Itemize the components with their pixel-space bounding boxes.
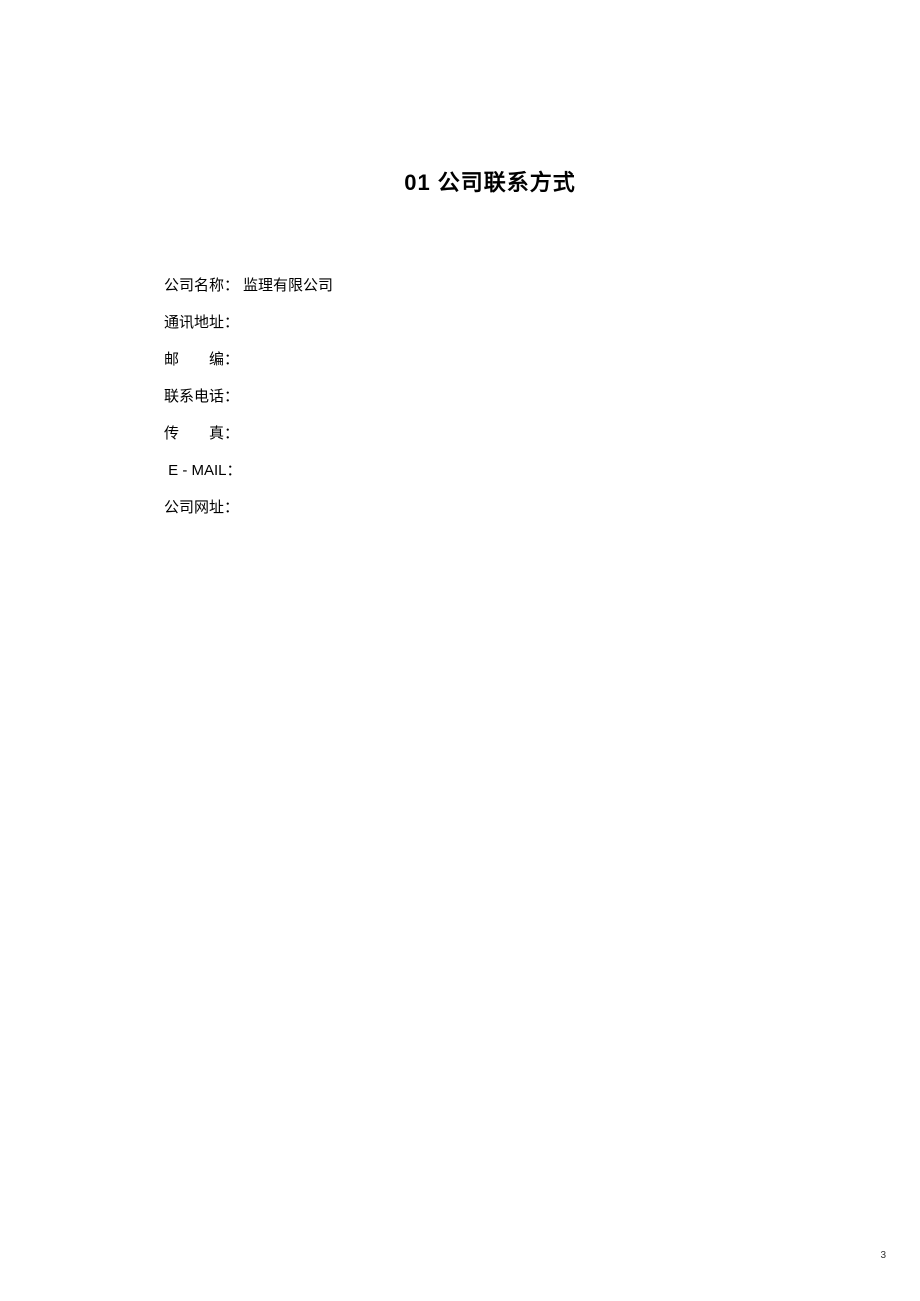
field-fax: 传 真： [164,420,820,447]
field-label: 公司名称： [164,272,239,299]
field-address: 通讯地址： [164,309,820,336]
field-website: 公司网址： [164,494,820,521]
field-phone: 联系电话： [164,383,820,410]
field-label: 传 真： [164,420,239,447]
page-title: 01 公司联系方式 [160,165,820,197]
field-label: 联系电话： [164,383,239,410]
field-email: E - MAIL： [164,457,820,484]
field-label: 邮 编： [164,346,239,373]
field-value: 监理有限公司 [243,272,333,299]
document-page: 01 公司联系方式 公司名称： 监理有限公司 通讯地址： 邮 编： 联系电话： … [0,0,920,521]
field-company-name: 公司名称： 监理有限公司 [164,272,820,299]
field-label: 通讯地址： [164,309,239,336]
page-number: 3 [880,1250,886,1261]
field-label: 公司网址： [164,494,239,521]
field-label: E - MAIL： [164,457,242,484]
content-block: 公司名称： 监理有限公司 通讯地址： 邮 编： 联系电话： 传 真： E - M… [160,272,820,521]
field-postal-code: 邮 编： [164,346,820,373]
